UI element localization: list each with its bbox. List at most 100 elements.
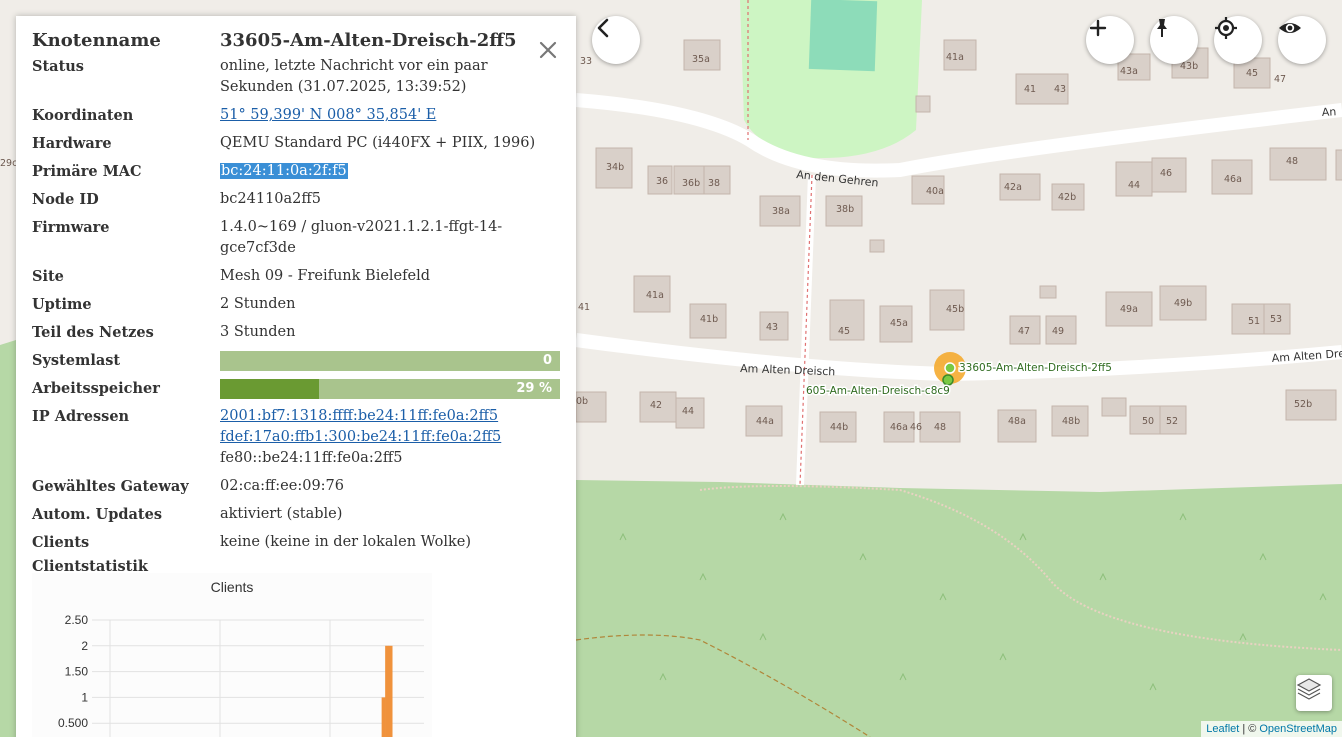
svg-text:35a: 35a bbox=[692, 54, 710, 65]
hardware-value: QEMU Standard PC (i440FX + PIIX, 1996) bbox=[220, 135, 536, 151]
pin-button[interactable] bbox=[1150, 16, 1198, 64]
svg-text:49: 49 bbox=[1052, 326, 1064, 337]
svg-text:45: 45 bbox=[1246, 68, 1258, 79]
updates-label: Autom. Updates bbox=[32, 506, 163, 523]
svg-text:41: 41 bbox=[1024, 84, 1036, 95]
status-label: Status bbox=[32, 58, 84, 75]
clients-value: keine (keine in der lokalen Wolke) bbox=[220, 534, 471, 550]
svg-text:41: 41 bbox=[578, 302, 590, 313]
memory-bar-label: 29 % bbox=[516, 381, 552, 396]
node-sidebar: Knotenname 33605-Am-Alten-Dreisch-2ff5 S… bbox=[16, 16, 576, 737]
svg-text:48: 48 bbox=[934, 422, 946, 433]
svg-text:46: 46 bbox=[910, 422, 922, 433]
node-label-c8c9: 605-Am-Alten-Dreisch-c8c9 bbox=[806, 385, 950, 397]
chart-ytick-label: 0.500 bbox=[58, 716, 88, 730]
svg-text:49a: 49a bbox=[1120, 304, 1138, 315]
svg-text:48b: 48b bbox=[1062, 416, 1080, 427]
back-button[interactable] bbox=[592, 16, 640, 64]
gateway-label: Gewähltes Gateway bbox=[32, 478, 189, 495]
memory-bar: 29 % bbox=[220, 379, 560, 399]
svg-text:29c: 29c bbox=[0, 158, 17, 169]
updates-value: aktiviert (stable) bbox=[220, 506, 343, 522]
load-label: Systemlast bbox=[32, 352, 121, 369]
svg-text:45b: 45b bbox=[946, 304, 964, 315]
visibility-button[interactable] bbox=[1278, 16, 1326, 64]
svg-text:48: 48 bbox=[1286, 156, 1298, 167]
clients-chart: Clients 00.50011.5022.50 bbox=[32, 573, 432, 737]
svg-text:49b: 49b bbox=[1174, 298, 1192, 309]
svg-text:33: 33 bbox=[580, 56, 592, 67]
clients-chart-svg: Clients 00.50011.5022.50 bbox=[58, 579, 424, 737]
svg-text:41a: 41a bbox=[646, 290, 664, 301]
gateway-value: 02:ca:ff:ee:09:76 bbox=[220, 478, 345, 494]
svg-text:38a: 38a bbox=[772, 206, 790, 217]
svg-text:38: 38 bbox=[708, 178, 720, 189]
openstreetmap-link[interactable]: OpenStreetMap bbox=[1259, 723, 1337, 735]
street-label-am-alten-dreisch: Am Alten Dreisch bbox=[740, 362, 836, 378]
svg-text:40a: 40a bbox=[926, 186, 944, 197]
svg-text:41b: 41b bbox=[700, 314, 718, 325]
chart-bar bbox=[385, 645, 389, 737]
svg-text:44a: 44a bbox=[756, 416, 774, 427]
svg-text:45: 45 bbox=[838, 326, 850, 337]
svg-text:42a: 42a bbox=[1004, 182, 1022, 193]
forest-area bbox=[576, 480, 1342, 737]
firmware-label: Firmware bbox=[32, 219, 110, 236]
svg-text:48a: 48a bbox=[1008, 416, 1026, 427]
chevron-left-icon bbox=[597, 18, 609, 38]
layers-icon bbox=[1296, 678, 1322, 700]
svg-text:53: 53 bbox=[1270, 314, 1282, 325]
crosshair-icon bbox=[1215, 17, 1237, 39]
mac-label: Primäre MAC bbox=[32, 163, 142, 180]
svg-text:36: 36 bbox=[656, 176, 668, 187]
svg-text:34b: 34b bbox=[606, 162, 624, 173]
locate-button[interactable] bbox=[1214, 16, 1262, 64]
svg-text:46: 46 bbox=[1160, 168, 1172, 179]
svg-text:38b: 38b bbox=[836, 204, 854, 215]
status-value: online, letzte Nachricht vor ein paar Se… bbox=[220, 58, 488, 95]
load-bar-label: 0 bbox=[542, 353, 552, 368]
svg-text:43a: 43a bbox=[1120, 66, 1138, 77]
add-node-button[interactable] bbox=[1086, 16, 1134, 64]
site-label: Site bbox=[32, 268, 64, 285]
firmware-value: 1.4.0~169 / gluon-v2021.1.2.1-ffgt-14-gc… bbox=[220, 219, 503, 256]
svg-text:42: 42 bbox=[650, 400, 662, 411]
svg-text:46a: 46a bbox=[1224, 174, 1242, 185]
uptime-value: 2 Stunden bbox=[220, 296, 296, 312]
svg-text:50: 50 bbox=[1142, 416, 1154, 427]
node-marker-c8c9 bbox=[942, 374, 954, 386]
svg-text:41a: 41a bbox=[946, 52, 964, 63]
chart-ytick-label: 1 bbox=[81, 690, 88, 704]
svg-text:36b: 36b bbox=[682, 178, 700, 189]
mac-value[interactable]: bc:24:11:0a:2f:f5 bbox=[220, 163, 348, 179]
memory-label: Arbeitsspeicher bbox=[32, 380, 160, 397]
node-name-value: 33605-Am-Alten-Dreisch-2ff5 bbox=[220, 30, 517, 51]
map-attribution: Leaflet | © OpenStreetMap bbox=[1201, 721, 1342, 737]
svg-text:51: 51 bbox=[1248, 316, 1260, 327]
ip-address-linklocal: fe80::be24:11ff:fe0a:2ff5 bbox=[220, 450, 403, 466]
uptime-label: Uptime bbox=[32, 296, 92, 313]
svg-text:52b: 52b bbox=[1294, 399, 1312, 410]
layers-button[interactable] bbox=[1296, 675, 1332, 711]
leaflet-link[interactable]: Leaflet bbox=[1206, 723, 1239, 735]
svg-text:0b: 0b bbox=[576, 396, 588, 407]
plus-icon bbox=[1089, 19, 1107, 37]
svg-text:43: 43 bbox=[766, 322, 778, 333]
coords-link[interactable]: 51° 59,399' N 008° 35,854' E bbox=[220, 107, 436, 123]
svg-text:45a: 45a bbox=[890, 318, 908, 329]
ip-address-link-2[interactable]: fdef:17a0:ffb1:300:be24:11ff:fe0a:2ff5 bbox=[220, 429, 501, 445]
street-label-an: An bbox=[1321, 105, 1336, 119]
node-name-label: Knotenname bbox=[32, 30, 161, 51]
svg-text:47: 47 bbox=[1018, 326, 1030, 337]
ip-address-link-1[interactable]: 2001:bf7:1318:ffff:be24:11ff:fe0a:2ff5 bbox=[220, 408, 498, 424]
hardware-label: Hardware bbox=[32, 135, 112, 152]
nodeid-label: Node ID bbox=[32, 191, 99, 208]
svg-text:42b: 42b bbox=[1058, 192, 1076, 203]
svg-text:44: 44 bbox=[682, 406, 694, 417]
node-marker-2ff5 bbox=[944, 362, 956, 374]
coords-label: Koordinaten bbox=[32, 107, 134, 124]
load-bar: 0 bbox=[220, 351, 560, 371]
node-info-table: Knotenname 33605-Am-Alten-Dreisch-2ff5 S… bbox=[32, 26, 560, 577]
memory-bar-fill bbox=[220, 379, 319, 399]
ip-label: IP Adressen bbox=[32, 408, 130, 425]
